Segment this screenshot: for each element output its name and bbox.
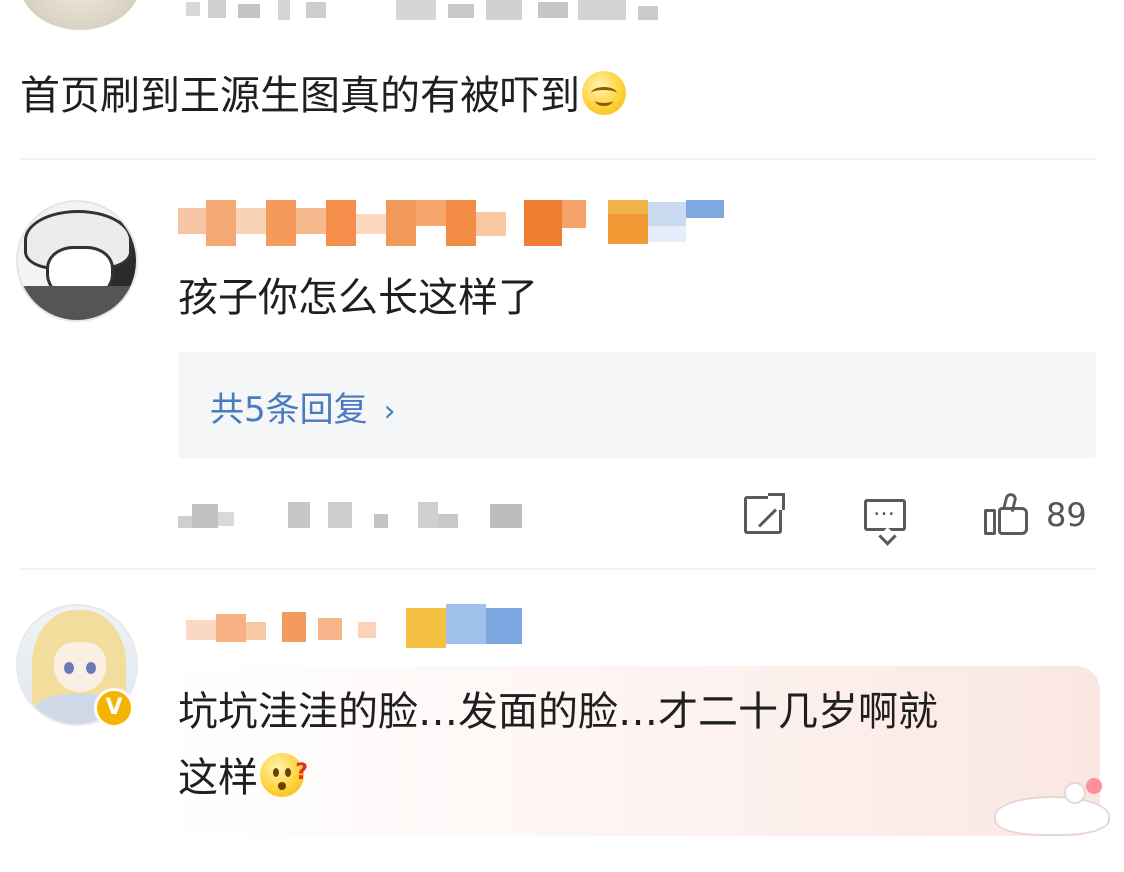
forward-icon — [744, 493, 785, 534]
comment-text: 首页刷到王源生图真的有被吓到 — [20, 70, 626, 122]
view-replies-label: 共5条回复 — [210, 390, 368, 430]
username-pixelated[interactable] — [186, 604, 526, 650]
thumbs-up-icon — [984, 491, 1030, 537]
mascot-decoration — [994, 778, 1114, 840]
username-pixelated[interactable] — [186, 0, 666, 22]
comment-text-line-2: 这样? — [178, 752, 308, 804]
divider — [20, 568, 1096, 570]
comment-text: 孩子你怎么长这样了 — [178, 275, 538, 321]
comment-text-body: 这样 — [178, 755, 258, 801]
like-button[interactable]: 89 — [984, 490, 1087, 540]
comment-meta-pixelated — [178, 498, 528, 538]
comment-button[interactable] — [864, 490, 906, 540]
comment-text-line-1: 坑坑洼洼的脸…发面的脸…才二十几岁啊就 — [178, 689, 938, 735]
forward-button[interactable] — [744, 490, 785, 540]
comment-icon — [864, 496, 906, 531]
avatar[interactable] — [16, 200, 138, 322]
avatar[interactable] — [20, 0, 140, 30]
smirk-emoji-icon — [582, 71, 626, 115]
comment-text-body: 首页刷到王源生图真的有被吓到 — [20, 73, 580, 119]
reply-box[interactable]: 共5条回复 › — [178, 352, 1096, 458]
divider — [20, 158, 1096, 160]
confused-emoji-icon: ? — [260, 753, 308, 797]
chevron-right-icon: › — [383, 394, 396, 429]
view-replies-link[interactable]: 共5条回复 › — [210, 382, 396, 431]
verified-badge-icon: V — [94, 688, 134, 728]
like-count: 89 — [1046, 496, 1087, 534]
username-pixelated[interactable] — [178, 200, 728, 248]
